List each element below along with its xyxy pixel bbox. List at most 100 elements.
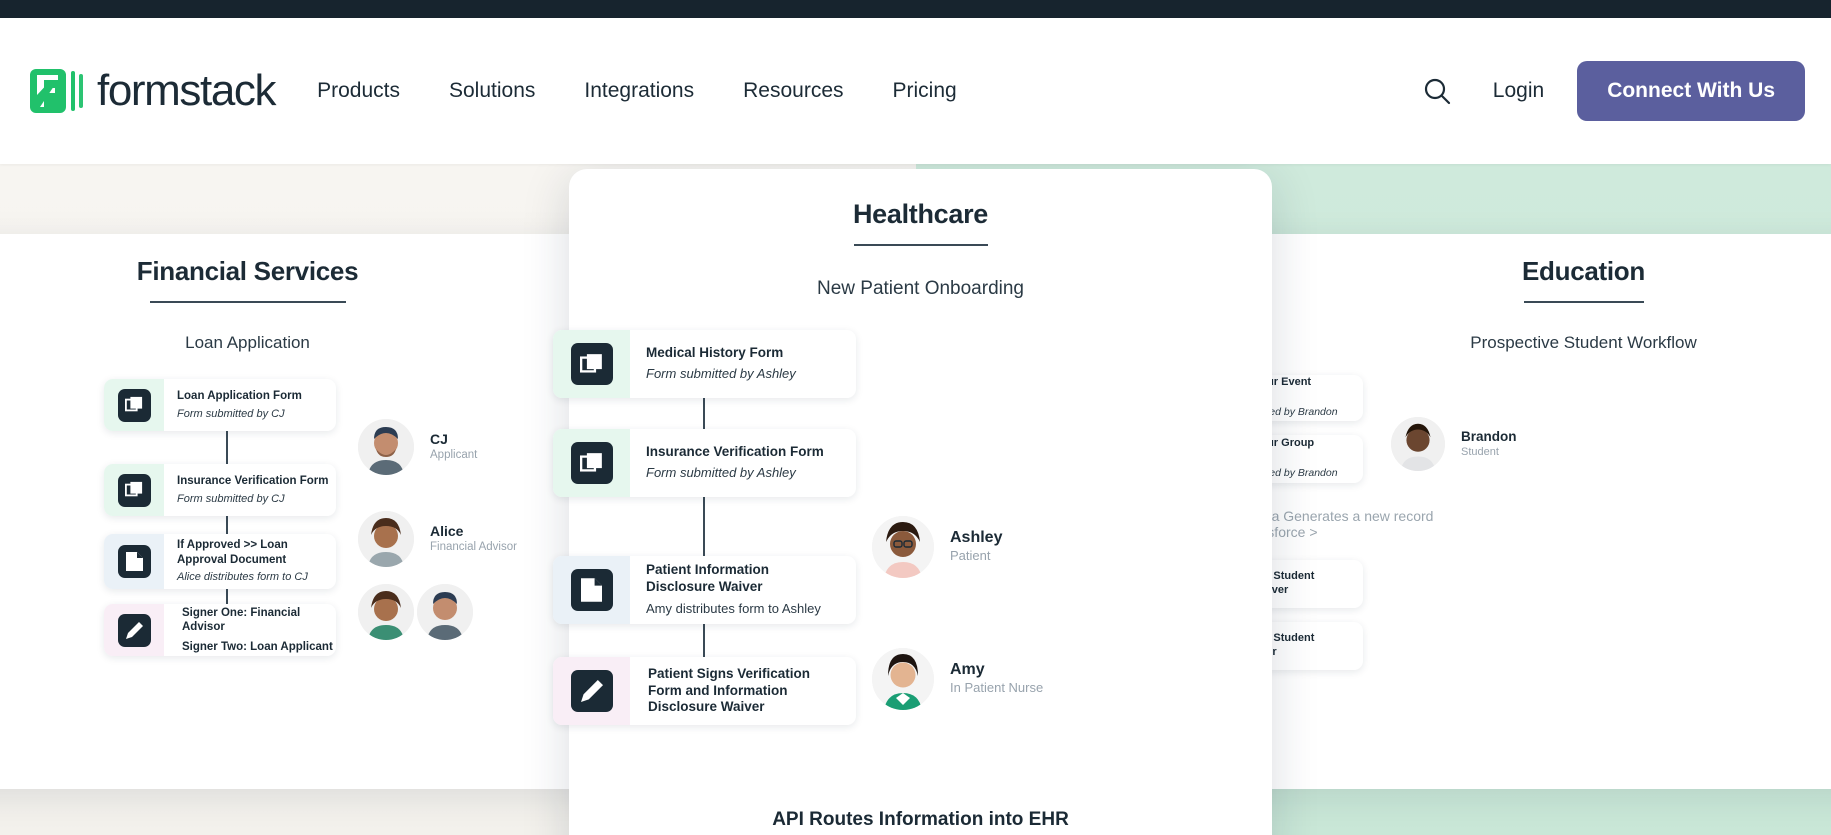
person-brandon: Brandon Student bbox=[1391, 417, 1517, 471]
healthcare-footer-note: API Routes Information into EHR bbox=[772, 809, 1069, 830]
person-role: Student bbox=[1461, 445, 1499, 458]
top-dark-strip bbox=[0, 0, 1831, 18]
signer-avatars bbox=[358, 584, 473, 640]
person-cj: CJ Applicant bbox=[358, 419, 477, 475]
flow-row[interactable]: Insurance Verification Form Form submitt… bbox=[104, 464, 336, 516]
nav-item-resources[interactable]: Resources bbox=[743, 79, 843, 103]
row-subtitle: Form submitted by Ashley bbox=[646, 366, 796, 382]
title-underline bbox=[149, 301, 346, 303]
site-header: formstack Products Solutions Integration… bbox=[0, 18, 1831, 164]
row-icon-tile bbox=[553, 429, 630, 497]
person-alice: Alice Financial Advisor bbox=[358, 511, 517, 567]
search-icon[interactable] bbox=[1417, 71, 1457, 111]
row-title: Patient Signs Verification Form and Info… bbox=[648, 665, 811, 715]
flow-row[interactable]: Signer One: Financial Advisor Signer Two… bbox=[104, 604, 336, 656]
row-title: Loan Application Form bbox=[177, 390, 302, 403]
brand-logo[interactable]: formstack bbox=[30, 66, 277, 115]
row-text: If Approved >> Loan Approval Document Al… bbox=[164, 534, 336, 589]
avatar-cj bbox=[417, 584, 473, 640]
flow-connector bbox=[226, 431, 228, 464]
avatar-alice bbox=[358, 511, 414, 567]
hero-section: Financial Services Loan Application Loan… bbox=[0, 164, 1831, 835]
row-icon-tile bbox=[553, 657, 630, 725]
row-icon-tile bbox=[104, 534, 164, 589]
row-text: Patient Signs Verification Form and Info… bbox=[630, 657, 856, 725]
document-icon bbox=[570, 569, 613, 611]
copy-document-icon bbox=[117, 388, 151, 422]
flow-row[interactable]: Patient Information Disclosure Waiver Am… bbox=[553, 556, 856, 624]
person-meta: Ashley Patient bbox=[950, 529, 1002, 564]
row-text: Loan Application Form Form submitted by … bbox=[164, 379, 336, 431]
person-ashley: Ashley Patient bbox=[872, 516, 1002, 578]
panel-subtitle-healthcare: New Patient Onboarding bbox=[816, 278, 1024, 299]
person-name: CJ bbox=[430, 431, 448, 448]
row-title: Medical History Form bbox=[646, 344, 784, 360]
flow-row[interactable]: Medical History Form Form submitted by A… bbox=[553, 330, 856, 398]
pen-sign-icon bbox=[117, 613, 151, 647]
person-name: Alice bbox=[430, 523, 464, 540]
copy-document-icon bbox=[117, 473, 151, 507]
person-role: In Patient Nurse bbox=[950, 679, 1044, 695]
copy-document-icon bbox=[570, 442, 613, 484]
avatar-brandon bbox=[1391, 417, 1445, 471]
row-text: Insurance Verification Form Form submitt… bbox=[630, 429, 856, 497]
avatar-amy bbox=[872, 648, 934, 710]
row-subtitle: Signer Two: Loan Applicant bbox=[182, 640, 333, 653]
primary-nav: Products Solutions Integrations Resource… bbox=[317, 79, 1006, 103]
row-icon-tile bbox=[104, 379, 164, 431]
row-title: Patient Information Disclosure Waiver bbox=[646, 561, 770, 594]
flow-connector bbox=[703, 624, 705, 657]
row-icon-tile bbox=[104, 604, 164, 656]
nav-item-products[interactable]: Products bbox=[317, 79, 400, 103]
person-role: Patient bbox=[950, 547, 991, 563]
person-meta: CJ Applicant bbox=[430, 431, 477, 462]
row-subtitle: Amy distributes form to Ashley bbox=[646, 601, 821, 617]
person-meta: Brandon Student bbox=[1461, 429, 1517, 459]
pen-sign-icon bbox=[570, 670, 613, 712]
connect-with-us-button[interactable]: Connect With Us bbox=[1577, 61, 1805, 121]
row-title: If Approved >> Loan Approval Document bbox=[177, 539, 288, 566]
title-underline bbox=[1523, 301, 1644, 303]
avatar-cj bbox=[358, 419, 414, 475]
person-name: Amy bbox=[950, 661, 985, 679]
copy-document-icon bbox=[570, 343, 613, 385]
avatar-alice bbox=[358, 584, 414, 640]
row-text: Patient Information Disclosure Waiver Am… bbox=[630, 556, 856, 624]
flow-row[interactable]: Insurance Verification Form Form submitt… bbox=[553, 429, 856, 497]
row-subtitle: Form submitted by Ashley bbox=[646, 465, 796, 481]
person-name: Ashley bbox=[950, 529, 1003, 547]
person-amy: Amy In Patient Nurse bbox=[872, 648, 1043, 710]
avatar-ashley bbox=[872, 516, 934, 578]
document-icon bbox=[117, 545, 151, 578]
row-icon-tile bbox=[553, 556, 630, 624]
row-text: Insurance Verification Form Form submitt… bbox=[164, 464, 336, 516]
title-underline bbox=[853, 244, 988, 246]
row-title: Signer One: Financial Advisor bbox=[182, 606, 301, 634]
row-text: Signer One: Financial Advisor Signer Two… bbox=[164, 604, 336, 656]
nav-item-solutions[interactable]: Solutions bbox=[449, 79, 535, 103]
row-title: Insurance Verification Form bbox=[646, 443, 824, 459]
flow-connector bbox=[703, 398, 705, 429]
person-name: Brandon bbox=[1461, 429, 1517, 445]
person-role: Financial Advisor bbox=[430, 540, 517, 553]
row-subtitle: Form submitted by CJ bbox=[177, 407, 285, 420]
flow-row[interactable]: Loan Application Form Form submitted by … bbox=[104, 379, 336, 431]
flow-connector bbox=[703, 497, 705, 556]
page-root: formstack Products Solutions Integration… bbox=[0, 0, 1831, 835]
formstack-logo-icon bbox=[30, 69, 66, 113]
login-link[interactable]: Login bbox=[1493, 79, 1544, 103]
row-title: Insurance Verification Form bbox=[177, 475, 329, 488]
person-role: Applicant bbox=[430, 448, 478, 461]
nav-item-pricing[interactable]: Pricing bbox=[893, 79, 957, 103]
row-subtitle: Alice distributes form to CJ bbox=[177, 571, 308, 584]
flow-row[interactable]: If Approved >> Loan Approval Document Al… bbox=[104, 534, 336, 589]
flow-row[interactable]: Patient Signs Verification Form and Info… bbox=[553, 657, 856, 725]
nav-item-integrations[interactable]: Integrations bbox=[584, 79, 694, 103]
row-subtitle: Form submitted by CJ bbox=[177, 492, 285, 505]
lightning-glyph bbox=[37, 75, 58, 107]
logo-bars-icon bbox=[71, 71, 87, 111]
row-icon-tile bbox=[104, 464, 164, 516]
brand-name: formstack bbox=[97, 66, 277, 115]
row-icon-tile bbox=[553, 330, 630, 398]
person-meta: Amy In Patient Nurse bbox=[950, 661, 1043, 696]
